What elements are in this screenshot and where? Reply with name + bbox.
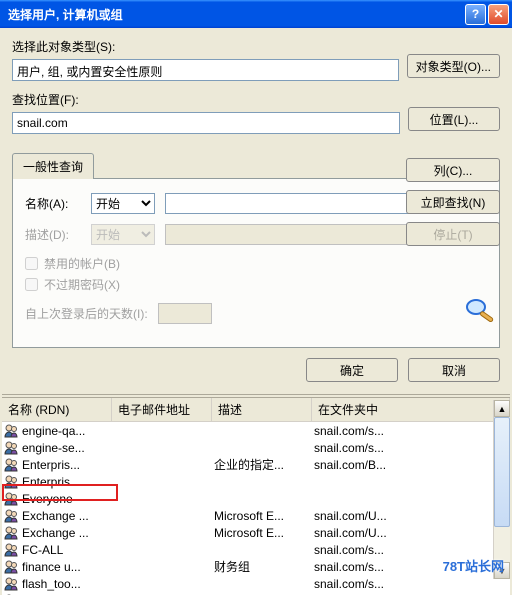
cell-name: flash_too... <box>20 577 112 591</box>
cell-folder: snail.com/s... <box>312 577 510 591</box>
titlebar: 选择用户, 计算机或组 ? ✕ <box>0 0 512 28</box>
cell-desc: Microsoft E... <box>212 509 312 523</box>
cell-name: engine-se... <box>20 441 112 455</box>
cancel-button[interactable]: 取消 <box>408 358 500 382</box>
group-icon <box>4 475 18 489</box>
cell-name: Enterpris... <box>20 458 112 472</box>
col-header-email[interactable]: 电子邮件地址 <box>112 398 212 421</box>
table-row[interactable]: Everyone <box>2 490 510 507</box>
table-row[interactable]: Exchange ... Microsoft E...snail.com/U... <box>2 524 510 541</box>
ok-button[interactable]: 确定 <box>306 358 398 382</box>
cell-desc: Microsoft E... <box>212 526 312 540</box>
search-icon <box>462 295 498 332</box>
cell-desc: 财务组 <box>212 558 312 575</box>
desc-op-select: 开始 <box>91 224 155 245</box>
name-label: 名称(A): <box>25 195 81 212</box>
scroll-up-icon[interactable]: ▲ <box>494 400 510 417</box>
stop-button: 停止(T) <box>406 222 500 246</box>
cell-folder: snail.com/s... <box>312 441 510 455</box>
cell-folder: snail.com/s... <box>312 543 510 557</box>
help-button[interactable]: ? <box>465 4 486 25</box>
desc-label: 描述(D): <box>25 226 81 243</box>
cell-name: finance u... <box>20 560 112 574</box>
group-icon <box>4 458 18 472</box>
disabled-accounts-label: 禁用的帐户(B) <box>44 255 120 272</box>
cell-name: engine-qa... <box>20 424 112 438</box>
locations-button[interactable]: 位置(L)... <box>408 107 500 131</box>
cell-folder: snail.com/B... <box>312 458 510 472</box>
location-label: 查找位置(F): <box>12 91 400 108</box>
non-expiring-pw-label: 不过期密码(X) <box>44 276 120 293</box>
non-expiring-pw-checkbox <box>25 278 38 291</box>
scroll-thumb[interactable] <box>494 417 510 527</box>
cell-folder: snail.com/U... <box>312 526 510 540</box>
tab-common-queries[interactable]: 一般性查询 <box>12 153 94 179</box>
table-row[interactable]: engine-se... snail.com/s... <box>2 439 510 456</box>
table-row[interactable]: Exchange ... Microsoft E...snail.com/U... <box>2 507 510 524</box>
object-type-label: 选择此对象类型(S): <box>12 38 399 55</box>
group-icon <box>4 577 18 591</box>
group-icon <box>4 526 18 540</box>
col-header-name[interactable]: 名称 (RDN) <box>2 398 112 421</box>
window-title: 选择用户, 计算机或组 <box>8 6 123 23</box>
table-row[interactable]: engine-qa... snail.com/s... <box>2 422 510 439</box>
columns-button[interactable]: 列(C)... <box>406 158 500 182</box>
table-row[interactable]: finance u...财务组snail.com/s... <box>2 558 510 575</box>
group-icon <box>4 543 18 557</box>
location-field: snail.com <box>12 112 400 134</box>
col-header-folder[interactable]: 在文件夹中 <box>312 398 510 421</box>
group-icon <box>4 560 18 574</box>
days-since-logon-input <box>158 303 212 324</box>
cell-name: Enterpris... <box>20 475 112 489</box>
find-now-button[interactable]: 立即查找(N) <box>406 190 500 214</box>
table-row[interactable]: FC-ALL snail.com/s... <box>2 541 510 558</box>
name-op-select[interactable]: 开始 <box>91 193 155 214</box>
results-list: 名称 (RDN) 电子邮件地址 描述 在文件夹中 engine-qa... sna… <box>2 397 510 595</box>
cell-name: Exchange ... <box>20 526 112 540</box>
watermark: 78T站长网 <box>443 556 504 575</box>
cell-name: Everyone <box>20 492 112 506</box>
table-row[interactable]: flash_too... snail.com/s... <box>2 575 510 592</box>
cell-folder: snail.com/U... <box>312 509 510 523</box>
disabled-accounts-checkbox <box>25 257 38 270</box>
table-row[interactable]: Enterpris... <box>2 473 510 490</box>
object-types-button[interactable]: 对象类型(O)... <box>407 54 500 78</box>
col-header-desc[interactable]: 描述 <box>212 398 312 421</box>
vertical-scrollbar[interactable]: ▲ ▼ <box>493 400 510 579</box>
group-icon <box>4 441 18 455</box>
cell-desc: 企业的指定... <box>212 456 312 473</box>
cell-folder: snail.com/s... <box>312 424 510 438</box>
cell-name: Exchange ... <box>20 509 112 523</box>
close-button[interactable]: ✕ <box>488 4 509 25</box>
days-since-logon-label: 自上次登录后的天数(I): <box>25 305 148 322</box>
results-header: 名称 (RDN) 电子邮件地址 描述 在文件夹中 <box>2 398 510 422</box>
table-row[interactable]: Enterpris... 企业的指定...snail.com/B... <box>2 456 510 473</box>
group-icon <box>4 492 18 506</box>
close-icon: ✕ <box>493 7 503 21</box>
object-type-field: 用户, 组, 或内置安全性原则 <box>12 59 399 81</box>
group-icon <box>4 424 18 438</box>
group-icon <box>4 509 18 523</box>
cell-name: FC-ALL <box>20 543 112 557</box>
